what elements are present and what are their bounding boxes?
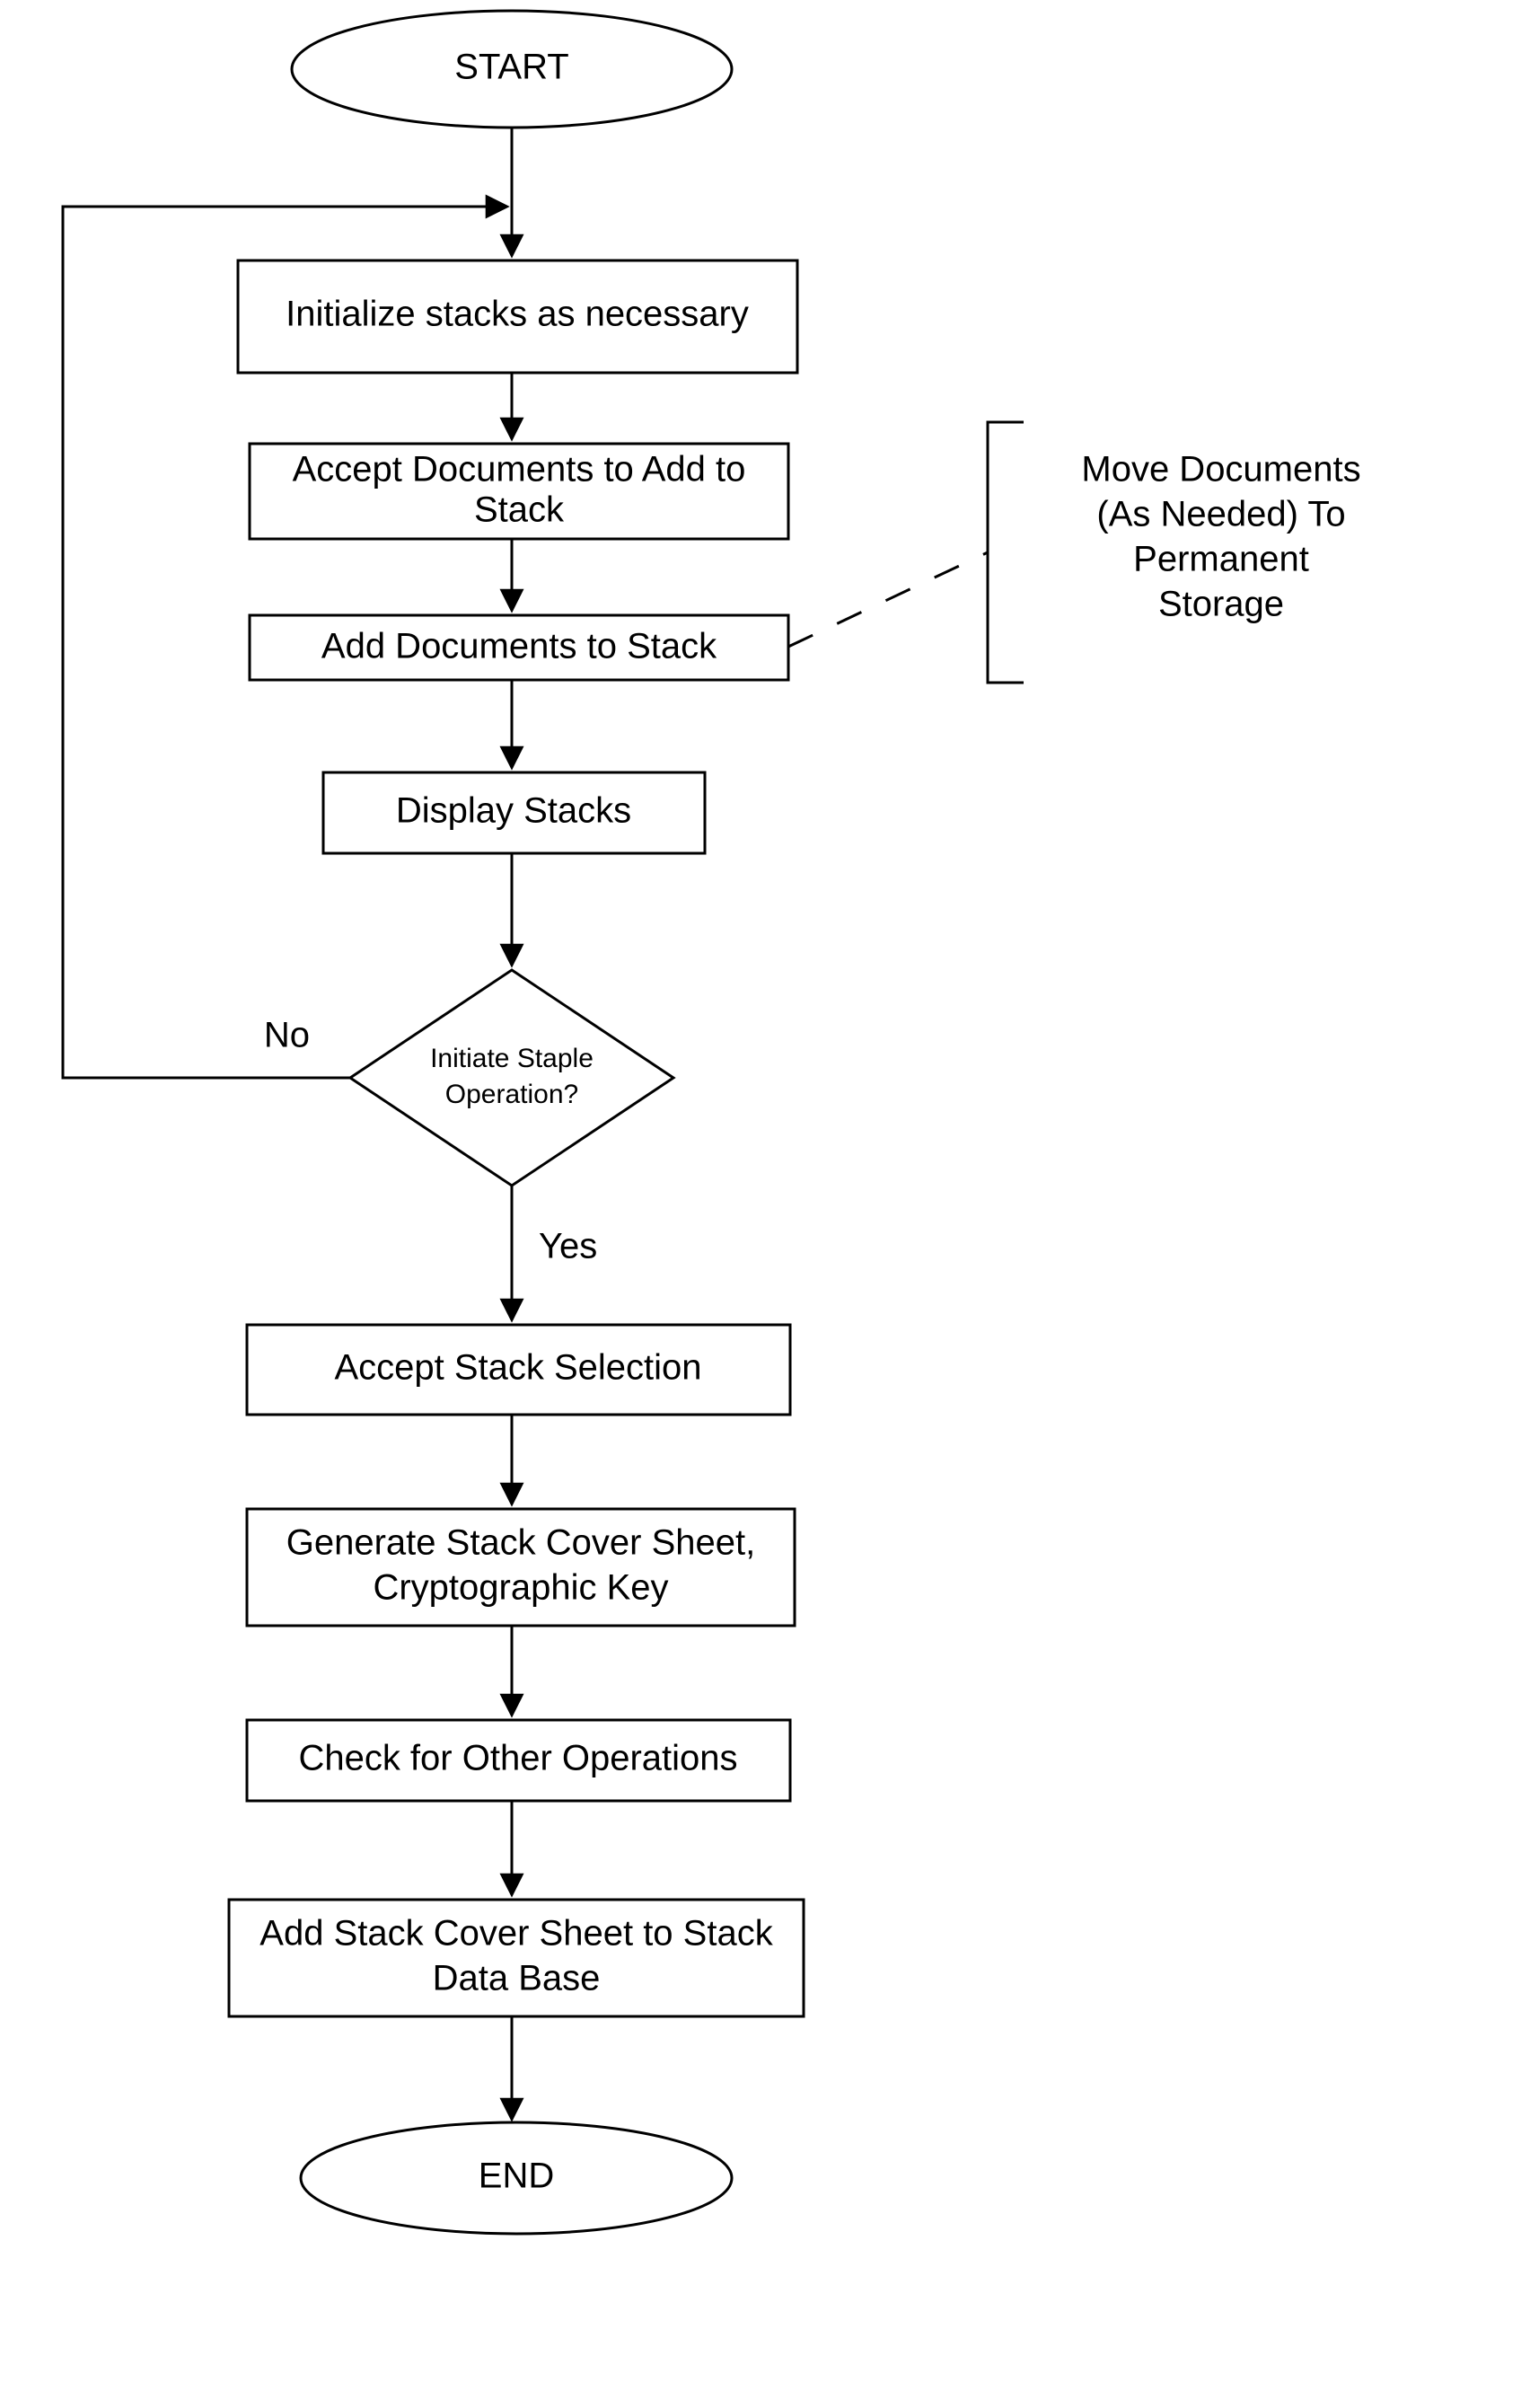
- annotation-bracket: [988, 422, 1024, 683]
- no-label: No: [264, 1016, 310, 1055]
- end-label: END: [479, 2157, 554, 2196]
- decision-diamond: [350, 970, 673, 1186]
- accept-label-2: Stack: [474, 490, 565, 530]
- adddb-label-2: Data Base: [433, 1959, 601, 1998]
- annotation-line-3: Permanent: [1133, 540, 1309, 579]
- flowchart: START Initialize stacks as necessary Acc…: [0, 0, 1539, 2408]
- yes-label: Yes: [539, 1227, 597, 1266]
- display-label: Display Stacks: [396, 791, 631, 831]
- annotation-line-2: (As Needed) To: [1096, 495, 1345, 534]
- annotation-line-4: Storage: [1158, 585, 1284, 624]
- annotation-line-1: Move Documents: [1081, 450, 1360, 490]
- select-label: Accept Stack Selection: [334, 1348, 701, 1388]
- decision-label-1: Initiate Staple: [430, 1044, 594, 1073]
- annotation-connector: [788, 552, 988, 647]
- add-label: Add Documents to Stack: [321, 627, 717, 666]
- init-label: Initialize stacks as necessary: [286, 295, 749, 334]
- gen-label-1: Generate Stack Cover Sheet,: [286, 1523, 756, 1563]
- gen-label-2: Cryptographic Key: [373, 1568, 668, 1608]
- check-label: Check for Other Operations: [298, 1739, 737, 1778]
- decision-label-2: Operation?: [445, 1080, 578, 1109]
- accept-label-1: Accept Documents to Add to: [293, 450, 746, 490]
- start-label: START: [454, 48, 568, 87]
- adddb-label-1: Add Stack Cover Sheet to Stack: [259, 1914, 773, 1954]
